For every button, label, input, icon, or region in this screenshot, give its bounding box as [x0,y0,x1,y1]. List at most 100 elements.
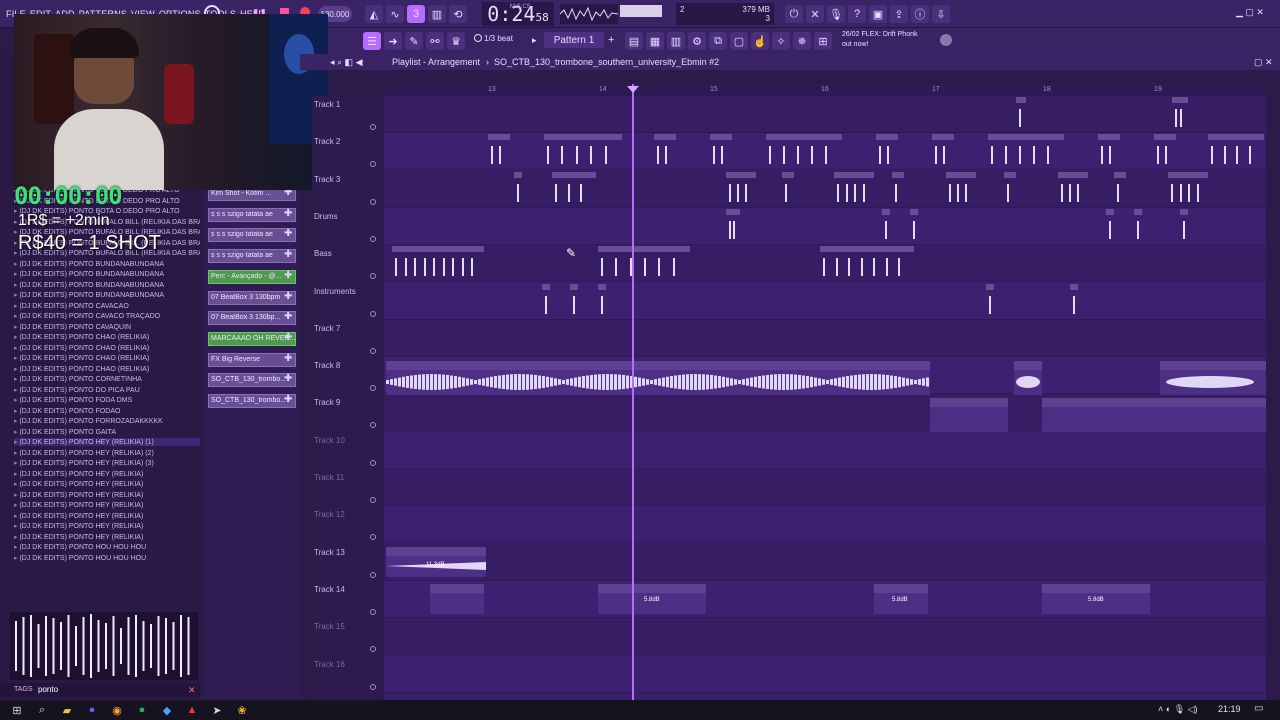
pattern-clip[interactable]: #2 [820,246,914,280]
cart-icon[interactable]: ⊞ [814,32,832,50]
channel-drag-icon[interactable]: ✚ [284,249,292,260]
discord-icon[interactable]: ● [84,703,100,717]
track-lane[interactable] [384,618,1266,656]
browser-item[interactable]: (DJ DK EDITS) PONTO HEY (RELIKIA) [14,491,200,499]
clear-tags-icon[interactable]: ✕ [188,685,196,696]
pattern-clip[interactable]: #2 [544,134,622,168]
fl-studio-icon[interactable]: ❀ [234,703,250,717]
pattern-clip[interactable]: #2 [710,134,732,168]
audio-clip-marca-2[interactable]: MARCAAAO OH REVERSE 5.8dB [598,584,706,614]
script-icon[interactable]: ✧ [772,32,790,50]
pattern-clip[interactable]: #2 [570,284,578,318]
cursor-app-icon[interactable]: ➤ [209,703,225,717]
browser-icon[interactable]: ⚙ [688,32,706,50]
audio-clip-fx-big-reverse[interactable]: FX Big Reverse 11.3dB [386,547,486,577]
channel-drag-icon[interactable]: ✚ [284,353,292,364]
channel-button[interactable]: s s s szigo tatata ae [208,249,296,264]
track-mute-icon[interactable] [370,459,376,466]
browser-item[interactable]: (DJ DK EDITS) PONTO BUNDANABUNDANA [14,281,200,289]
browser-item[interactable]: (DJ DK EDITS) PONTO CAVACAO [14,302,200,310]
pattern-clip[interactable]: #2 [1098,134,1120,168]
track-mute-icon[interactable] [370,497,376,503]
track-lane[interactable] [384,319,1266,357]
track-mute-icon[interactable] [370,683,376,690]
audio-clip-so2-b[interactable] [1042,398,1156,432]
windows-start-icon[interactable]: ⊞ [9,703,25,717]
pattern-clip[interactable]: #2 [1058,172,1088,206]
pattern-selector[interactable]: Pattern 1 [544,32,604,48]
browser-item[interactable]: (DJ DK EDITS) PONTO HEY (RELIKIA) (1) [14,438,200,446]
pattern-clip[interactable]: #2 [392,246,484,280]
plugin-picker-icon[interactable]: ✕ [806,5,824,23]
mixer-icon[interactable]: ▤ [625,32,643,50]
pattern-clip[interactable]: #2 [988,134,1064,168]
notification-icon[interactable]: ▭ [1254,703,1263,714]
browser-item[interactable]: (DJ DK EDITS) PONTO CORNETINHA [14,375,200,383]
browser-item[interactable]: (DJ DK EDITS) PONTO BUNDANABUNDANA [14,270,200,278]
channel-rack-icon[interactable]: ▦ [646,32,664,50]
browser-item[interactable]: (DJ DK EDITS) PONTO DO PICA PAU [14,386,200,394]
browser-item[interactable]: (DJ DK EDITS) PONTO HOU HOU HOU [14,554,200,562]
browser-item[interactable]: (DJ DK EDITS) PONTO HOU HOU HOU [14,543,200,551]
step-edit-icon[interactable]: ▥ [428,5,446,23]
browser-item[interactable]: (DJ DK EDITS) PONTO CHAO (RELIKIA) [14,333,200,341]
browser-item[interactable]: (DJ DK EDITS) PONTO HEY (RELIKIA) (3) [14,459,200,467]
news-panel[interactable]: 26/02 FLEX: Drift Phonk out now! [842,30,942,50]
channel-drag-icon[interactable]: ✚ [284,332,292,343]
track-name[interactable]: Track 7 [314,324,380,361]
browser-item[interactable]: (DJ DK EDITS) PONTO FORROZADAKKKKK [14,417,200,425]
download-icon[interactable]: ⇩ [932,5,950,23]
pattern-clip[interactable]: #2 [514,172,522,206]
audio-clip-trombone[interactable]: SO_CTB_130_trombone_southern_university_… [386,361,930,395]
audio-clip-so2[interactable]: SO...2 [930,398,1008,432]
audio-clip-marca-1[interactable]: MARCA...VERSE [430,584,484,614]
save-icon[interactable]: ▣ [869,5,887,23]
track-name[interactable]: Track 8 [314,361,380,398]
browser-item[interactable]: (DJ DK EDITS) PONTO HEY (RELIKIA) (2) [14,449,200,457]
browser-item[interactable]: (DJ DK EDITS) PONTO HEY (RELIKIA) [14,480,200,488]
pattern-clip[interactable]: #2 [726,172,756,206]
channel-drag-icon[interactable]: ✚ [284,228,292,239]
track-name[interactable]: Track 10 [314,436,380,473]
pattern-clip[interactable]: #2 [1208,134,1264,168]
channel-drag-icon[interactable]: ✚ [284,394,292,405]
audio-clip-marca-3[interactable]: MARCA...VERSE 5.8dB [874,584,928,614]
track-name[interactable]: Track 13 [314,548,380,585]
channel-drag-icon[interactable]: ✚ [284,270,292,281]
channel-button[interactable]: 07 BeatBox 3 130bpm [208,290,296,305]
pattern-clip[interactable]: #2 [882,209,890,243]
track-lane[interactable] [384,282,1266,320]
playlist-window-controls[interactable]: ▢ ✕ [1254,57,1273,68]
track-name[interactable]: Track 16 [314,660,380,697]
track-lane[interactable] [384,506,1266,544]
adobe-icon[interactable]: ▲ [184,703,200,717]
arrow-icon[interactable]: ➜ [384,32,402,50]
track-mute-icon[interactable] [370,198,376,205]
track-lane[interactable] [384,431,1266,469]
browser-item[interactable]: (DJ DK EDITS) PONTO CAVACO TRAÇADO [14,312,200,320]
playlist-icon[interactable]: ☰ [363,32,381,50]
channel-drag-icon[interactable]: ✚ [284,291,292,302]
channel-button[interactable]: SO_CTB_130_trombo... [208,373,296,388]
piano-roll-icon[interactable]: ▥ [667,32,685,50]
window-controls[interactable]: ▁ ▢ ✕ [1236,7,1264,18]
track-mute-icon[interactable] [370,124,376,130]
pattern-clip[interactable]: #2 [766,134,842,168]
track-name[interactable]: Track 15 [314,622,380,659]
help-icon[interactable]: ? [848,5,866,23]
browser-item[interactable]: (DJ DK EDITS) PONTO HEY (RELIKIA) [14,533,200,541]
track-lane[interactable] [384,469,1266,506]
pattern-clip[interactable]: #2 [834,172,874,206]
search-icon[interactable]: ⌕ [34,703,50,717]
link-icon[interactable]: ⚯ [426,32,444,50]
playlist-options-icons[interactable]: ◂ ⌕ ◧ ◀ [330,57,362,68]
image-line-icon[interactable] [940,34,952,46]
browser-item[interactable]: (DJ DK EDITS) PONTO FODAO [14,407,200,415]
pattern-clip[interactable]: #2 [876,134,898,168]
audio-clip-so2-c[interactable] [1156,398,1266,432]
track-lane[interactable] [384,655,1266,693]
channel-drag-icon[interactable]: ✚ [284,311,292,322]
browser-app-icon[interactable]: ◉ [109,703,125,717]
file-explorer-icon[interactable]: ▰ [59,703,75,717]
browser-item[interactable]: (DJ DK EDITS) PONTO FODA DMS [14,396,200,404]
